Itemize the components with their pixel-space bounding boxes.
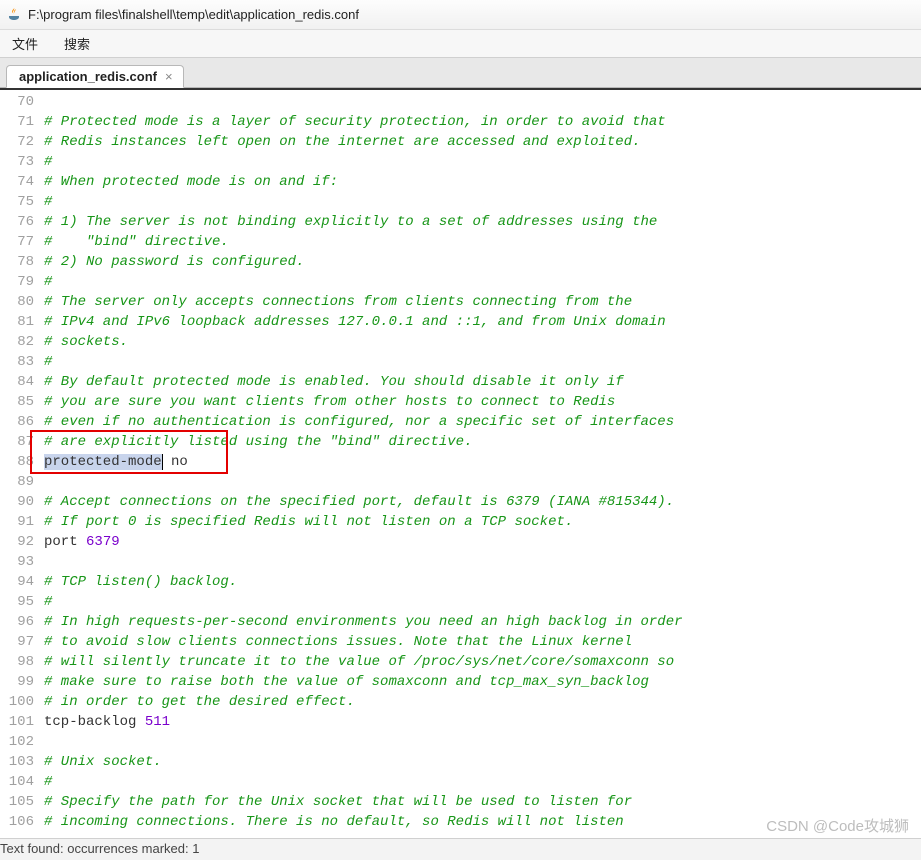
- code-line: # By default protected mode is enabled. …: [44, 374, 624, 390]
- code-line: # will silently truncate it to the value…: [44, 654, 674, 670]
- code-line: # even if no authentication is configure…: [44, 414, 674, 430]
- line-number: 72: [2, 132, 34, 152]
- code-line: #: [44, 594, 52, 610]
- code-line: # make sure to raise both the value of s…: [44, 674, 649, 690]
- code-line: # The server only accepts connections fr…: [44, 294, 632, 310]
- line-number: 82: [2, 332, 34, 352]
- line-number: 70: [2, 92, 34, 112]
- code-line: # you are sure you want clients from oth…: [44, 394, 615, 410]
- titlebar-path: F:\program files\finalshell\temp\edit\ap…: [28, 7, 359, 22]
- code-line: # to avoid slow clients connections issu…: [44, 634, 632, 650]
- line-number: 91: [2, 512, 34, 532]
- menu-search[interactable]: 搜索: [60, 32, 94, 55]
- line-number: 88: [2, 452, 34, 472]
- line-number: 94: [2, 572, 34, 592]
- code-line: # "bind" directive.: [44, 234, 229, 250]
- code-line: # in order to get the desired effect.: [44, 694, 355, 710]
- menubar: 文件 搜索: [0, 30, 921, 58]
- code-line: # If port 0 is specified Redis will not …: [44, 514, 573, 530]
- line-number: 73: [2, 152, 34, 172]
- code-line: 6379: [86, 534, 120, 550]
- statusbar: Text found: occurrences marked: 1: [0, 838, 921, 860]
- line-number: 84: [2, 372, 34, 392]
- code-line: #: [44, 194, 52, 210]
- line-number: 74: [2, 172, 34, 192]
- code-line: # Redis instances left open on the inter…: [44, 134, 641, 150]
- line-number: 93: [2, 552, 34, 572]
- line-number: 99: [2, 672, 34, 692]
- code-line: # TCP listen() backlog.: [44, 574, 237, 590]
- code-line: #: [44, 354, 52, 370]
- line-number: 78: [2, 252, 34, 272]
- code-line: # In high requests-per-second environmen…: [44, 614, 683, 630]
- line-number: 92: [2, 532, 34, 552]
- line-number: 104: [2, 772, 34, 792]
- line-number: 85: [2, 392, 34, 412]
- code-area[interactable]: # Protected mode is a layer of security …: [40, 90, 921, 838]
- java-cup-icon: [6, 7, 22, 23]
- code-line: # Protected mode is a layer of security …: [44, 114, 666, 130]
- code-line: # sockets.: [44, 334, 128, 350]
- code-line: # Accept connections on the specified po…: [44, 494, 674, 510]
- line-number: 77: [2, 232, 34, 252]
- status-text: Text found: occurrences marked: 1: [0, 841, 199, 856]
- line-number: 106: [2, 812, 34, 832]
- code-line: # incoming connections. There is no defa…: [44, 814, 624, 830]
- code-line: no: [163, 454, 188, 470]
- code-line: # Unix socket.: [44, 754, 162, 770]
- code-line: port: [44, 534, 86, 550]
- line-number: 76: [2, 212, 34, 232]
- line-number: 105: [2, 792, 34, 812]
- line-number: 71: [2, 112, 34, 132]
- code-line: #: [44, 274, 52, 290]
- line-number: 75: [2, 192, 34, 212]
- line-number: 103: [2, 752, 34, 772]
- line-number: 96: [2, 612, 34, 632]
- line-number: 80: [2, 292, 34, 312]
- line-number: 81: [2, 312, 34, 332]
- selected-text: protected-mode: [44, 454, 163, 470]
- line-number: 98: [2, 652, 34, 672]
- editor[interactable]: 7071727374757677787980818283848586878889…: [0, 88, 921, 838]
- line-number: 86: [2, 412, 34, 432]
- menu-file[interactable]: 文件: [8, 32, 42, 55]
- code-line: 511: [145, 714, 170, 730]
- line-number: 89: [2, 472, 34, 492]
- tab-file[interactable]: application_redis.conf ×: [6, 65, 184, 88]
- tab-row: application_redis.conf ×: [0, 58, 921, 88]
- line-number: 100: [2, 692, 34, 712]
- line-number: 101: [2, 712, 34, 732]
- line-number: 102: [2, 732, 34, 752]
- line-number: 83: [2, 352, 34, 372]
- line-number: 87: [2, 432, 34, 452]
- code-line: # IPv4 and IPv6 loopback addresses 127.0…: [44, 314, 666, 330]
- tab-label: application_redis.conf: [19, 69, 157, 84]
- code-line: # When protected mode is on and if:: [44, 174, 338, 190]
- line-number: 95: [2, 592, 34, 612]
- line-number: 97: [2, 632, 34, 652]
- code-line: #: [44, 154, 52, 170]
- code-line: # are explicitly listed using the "bind"…: [44, 434, 472, 450]
- code-line: # 1) The server is not binding explicitl…: [44, 214, 657, 230]
- line-number-gutter: 7071727374757677787980818283848586878889…: [0, 90, 40, 838]
- code-line: tcp-backlog: [44, 714, 145, 730]
- code-line: #: [44, 774, 52, 790]
- titlebar: F:\program files\finalshell\temp\edit\ap…: [0, 0, 921, 30]
- close-icon[interactable]: ×: [165, 69, 173, 84]
- line-number: 79: [2, 272, 34, 292]
- code-line: # Specify the path for the Unix socket t…: [44, 794, 632, 810]
- line-number: 90: [2, 492, 34, 512]
- code-line: # 2) No password is configured.: [44, 254, 304, 270]
